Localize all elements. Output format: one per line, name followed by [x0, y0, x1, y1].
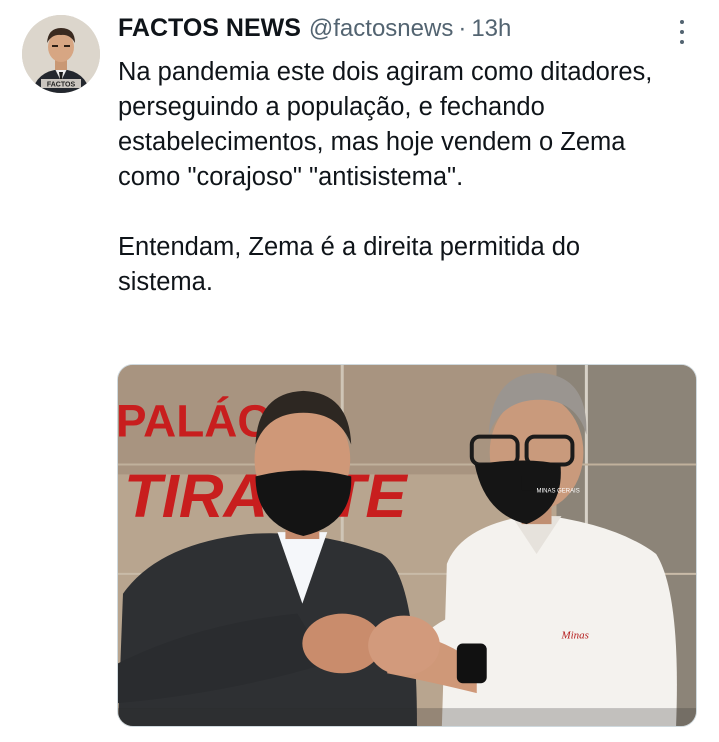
- more-dot: [680, 20, 684, 24]
- tweet-paragraph: Entendam, Zema é a direita permitida do …: [118, 233, 581, 296]
- author-name[interactable]: FACTOS NEWS: [118, 14, 301, 43]
- mask-text: MINAS GERAIS: [537, 488, 580, 494]
- more-vertical-icon[interactable]: [672, 20, 692, 44]
- separator-dot: ·: [458, 15, 467, 42]
- tweet[interactable]: FACTOS FACTOS NEWS @factosnews · 13h Na …: [0, 0, 719, 742]
- tweet-paragraph: Na pandemia este dois agiram como ditado…: [118, 58, 653, 191]
- tweet-text: Na pandemia este dois agiram como ditado…: [118, 55, 678, 300]
- more-dot: [680, 30, 684, 34]
- more-dot: [680, 40, 684, 44]
- photo-image: PALÁCIO TIRA NTE MINAS GERAIS Minas: [118, 365, 696, 726]
- avatar[interactable]: FACTOS: [22, 15, 100, 93]
- timestamp[interactable]: 13h: [471, 15, 511, 43]
- avatar-label: FACTOS: [47, 82, 76, 89]
- tweet-header: FACTOS NEWS @factosnews · 13h: [118, 14, 511, 46]
- tweet-photo[interactable]: PALÁCIO TIRA NTE MINAS GERAIS Minas: [117, 364, 697, 727]
- author-handle[interactable]: @factosnews: [309, 15, 453, 43]
- shirt-text: Minas: [560, 629, 588, 641]
- avatar-image: FACTOS: [22, 15, 100, 93]
